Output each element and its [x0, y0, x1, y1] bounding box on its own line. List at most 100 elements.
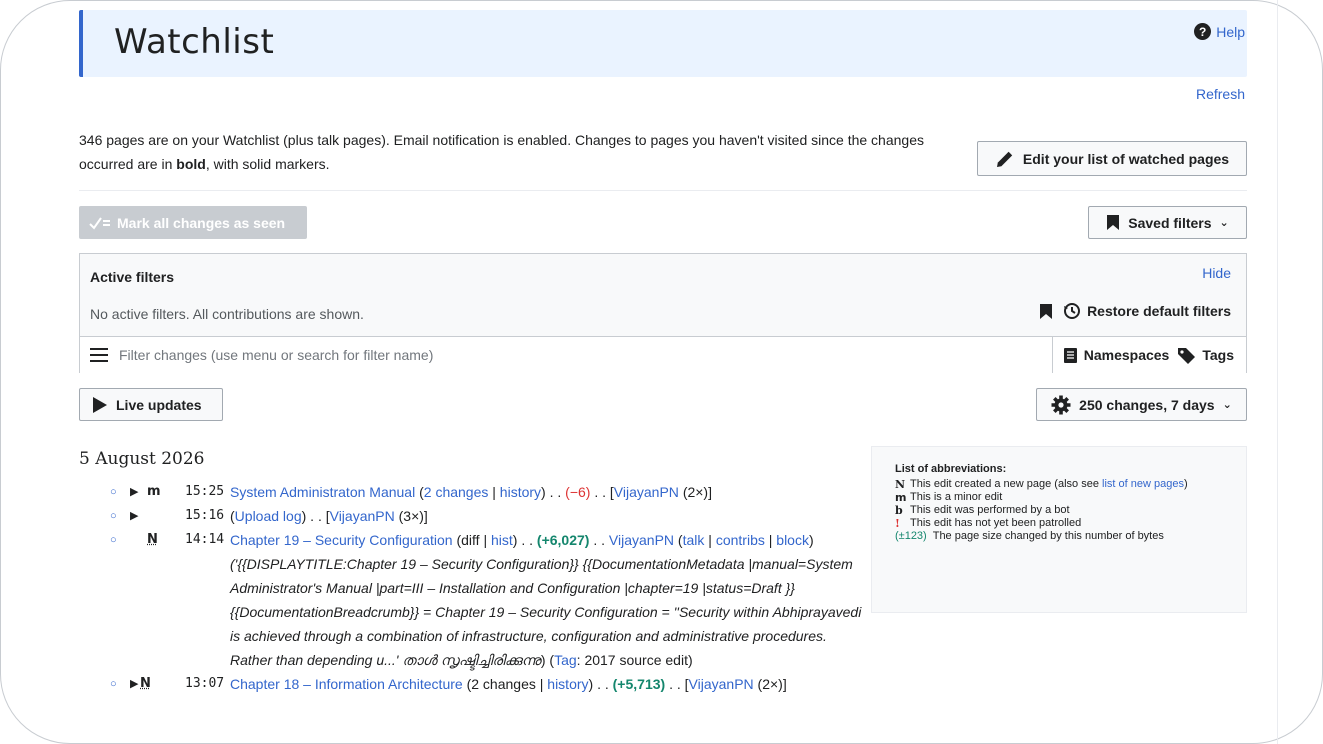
tags-label: Tags	[1202, 347, 1234, 363]
restore-filters-area: Restore default filters	[1039, 302, 1231, 320]
document-icon	[1063, 347, 1077, 363]
abbr-row: (±123) The page size changed by this num…	[895, 530, 1226, 543]
abbr-key: b	[895, 504, 903, 517]
chevron-down-icon: ⌄	[1222, 399, 1232, 411]
abbr-key: (±123)	[895, 530, 927, 542]
abbreviations-legend: List of abbreviations: N This edit creat…	[871, 446, 1247, 613]
user-link[interactable]: VijayanPN	[609, 532, 674, 548]
saved-filters-button[interactable]: Saved filters ⌄	[1088, 206, 1247, 239]
namespaces-label: Namespaces	[1083, 347, 1170, 363]
intro-bold-word: bold	[176, 156, 206, 172]
contribs-link[interactable]: contribs	[716, 532, 765, 548]
date-heading: 5 August 2026	[79, 449, 205, 469]
abbr-row: ! This edit has not yet been patrolled	[895, 517, 1226, 530]
help-label: Help	[1216, 23, 1245, 40]
change-time: 15:25	[185, 484, 225, 499]
history-link[interactable]: history	[547, 676, 588, 692]
abbr-desc: The page size changed by this number of …	[932, 530, 1164, 542]
bullet-icon: ○	[110, 510, 117, 522]
refresh-link[interactable]: Refresh	[1196, 86, 1245, 102]
restore-default-filters-button[interactable]: Restore default filters	[1063, 302, 1231, 320]
expand-arrow-icon[interactable]: ▶	[130, 480, 138, 504]
tag-link[interactable]: Tag	[554, 652, 577, 668]
abbr-row: b This edit was performed by a bot	[895, 504, 1226, 517]
checkmark-list-icon	[89, 216, 110, 230]
namespaces-button[interactable]: Namespaces	[1063, 347, 1170, 364]
byte-diff: (+6,027)	[536, 532, 590, 548]
hide-filters-link[interactable]: Hide	[1202, 265, 1231, 281]
edit-count: (2×)	[757, 676, 783, 692]
tags-button[interactable]: Tags	[1177, 347, 1234, 364]
gear-icon	[1051, 395, 1071, 414]
block-link[interactable]: block	[776, 532, 809, 548]
abbr-row: N This edit created a new page (also see…	[895, 478, 1226, 491]
changes-period-label: 250 changes, 7 days	[1079, 396, 1215, 413]
page-link[interactable]: Chapter 18 – Information Architecture	[230, 676, 463, 692]
diff-text: diff	[461, 532, 480, 548]
upload-log-link[interactable]: Upload log	[235, 508, 302, 524]
list-item: ○ ▶ 15:16 (Upload log) . . [VijayanPN (3…	[110, 504, 870, 528]
changes-text: 2 changes	[471, 676, 536, 692]
edit-count: (2×)	[682, 484, 709, 500]
history-link[interactable]: history	[500, 484, 541, 500]
saved-filters-label: Saved filters	[1128, 214, 1212, 231]
byte-diff: (−6)	[565, 484, 591, 500]
change-time: 15:16	[185, 508, 225, 523]
auto-summary-ml: താൾ സൃഷ്ടിച്ചിരിക്കുന്നു	[402, 652, 541, 668]
list-item: ○ ▶ N 13:07 Chapter 18 – Information Arc…	[110, 672, 870, 696]
user-link[interactable]: VijayanPN	[330, 508, 395, 524]
abbr-key: !	[895, 517, 900, 530]
edit-count: (3×)	[398, 508, 424, 524]
new-page-flag: N	[140, 676, 151, 691]
bookmark-icon[interactable]	[1039, 303, 1053, 320]
talk-link[interactable]: talk	[683, 532, 705, 548]
divider	[79, 190, 1247, 191]
filter-search-input[interactable]	[117, 346, 1017, 364]
changes-period-button[interactable]: 250 changes, 7 days ⌄	[1036, 388, 1247, 421]
active-filters-panel: Active filters Hide No active filters. A…	[79, 253, 1247, 373]
mark-all-seen-button[interactable]: Mark all changes as seen	[79, 206, 307, 239]
edit-watched-pages-button[interactable]: Edit your list of watched pages	[977, 141, 1247, 176]
play-icon	[93, 396, 107, 413]
hist-link[interactable]: hist	[491, 532, 513, 548]
expand-arrow-icon[interactable]: ▶	[130, 672, 138, 696]
bullet-icon: ○	[110, 678, 117, 690]
pencil-icon	[996, 151, 1013, 167]
new-page-flag: N	[147, 532, 158, 547]
minor-edit-flag: m	[147, 484, 161, 499]
bullet-icon: ○	[110, 534, 117, 546]
abbr-key: m	[895, 491, 907, 504]
edit-summary: ('{{DISPLAYTITLE:Chapter 19 – Security C…	[230, 556, 862, 668]
active-filters-title: Active filters	[90, 269, 175, 285]
user-link[interactable]: VijayanPN	[689, 676, 754, 692]
restore-default-label: Restore default filters	[1087, 303, 1231, 319]
expand-arrow-icon[interactable]: ▶	[130, 504, 138, 528]
abbr-desc: This is a minor edit	[910, 491, 1003, 503]
abbr-row: m This is a minor edit	[895, 491, 1226, 504]
mark-all-seen-label: Mark all changes as seen	[117, 214, 286, 231]
history-icon	[1064, 303, 1081, 319]
abbr-desc: This edit was performed by a bot	[910, 504, 1070, 516]
help-link[interactable]: ? Help	[1194, 23, 1245, 40]
page-title: Watchlist	[114, 22, 275, 62]
byte-diff: (+5,713)	[612, 676, 666, 692]
menu-icon[interactable]	[89, 347, 109, 363]
changes-link[interactable]: 2 changes	[424, 484, 489, 500]
list-item: ○ ▶ m 15:25 System Administraton Manual …	[110, 480, 870, 504]
new-pages-link[interactable]: list of new pages	[1102, 478, 1184, 490]
change-time: 14:14	[185, 532, 225, 547]
user-link[interactable]: VijayanPN	[614, 484, 679, 500]
page-link[interactable]: System Administraton Manual	[230, 484, 415, 500]
abbr-key: N	[895, 478, 906, 491]
watchlist-intro: 346 pages are on your Watchlist (plus ta…	[79, 128, 929, 176]
abbr-desc: This edit created a new page (also see l…	[910, 478, 1188, 490]
changes-list: ○ ▶ m 15:25 System Administraton Manual …	[110, 480, 870, 696]
title-bar: Watchlist ? Help	[79, 10, 1247, 77]
tag-value: 2017 source edit	[584, 652, 688, 668]
abbreviations-title: List of abbreviations:	[895, 463, 1007, 475]
live-updates-button[interactable]: Live updates	[79, 388, 223, 421]
live-updates-label: Live updates	[116, 396, 202, 413]
tag-icon	[1178, 347, 1196, 364]
page-link[interactable]: Chapter 19 – Security Configuration	[230, 532, 453, 548]
edit-watched-label: Edit your list of watched pages	[1022, 150, 1230, 167]
